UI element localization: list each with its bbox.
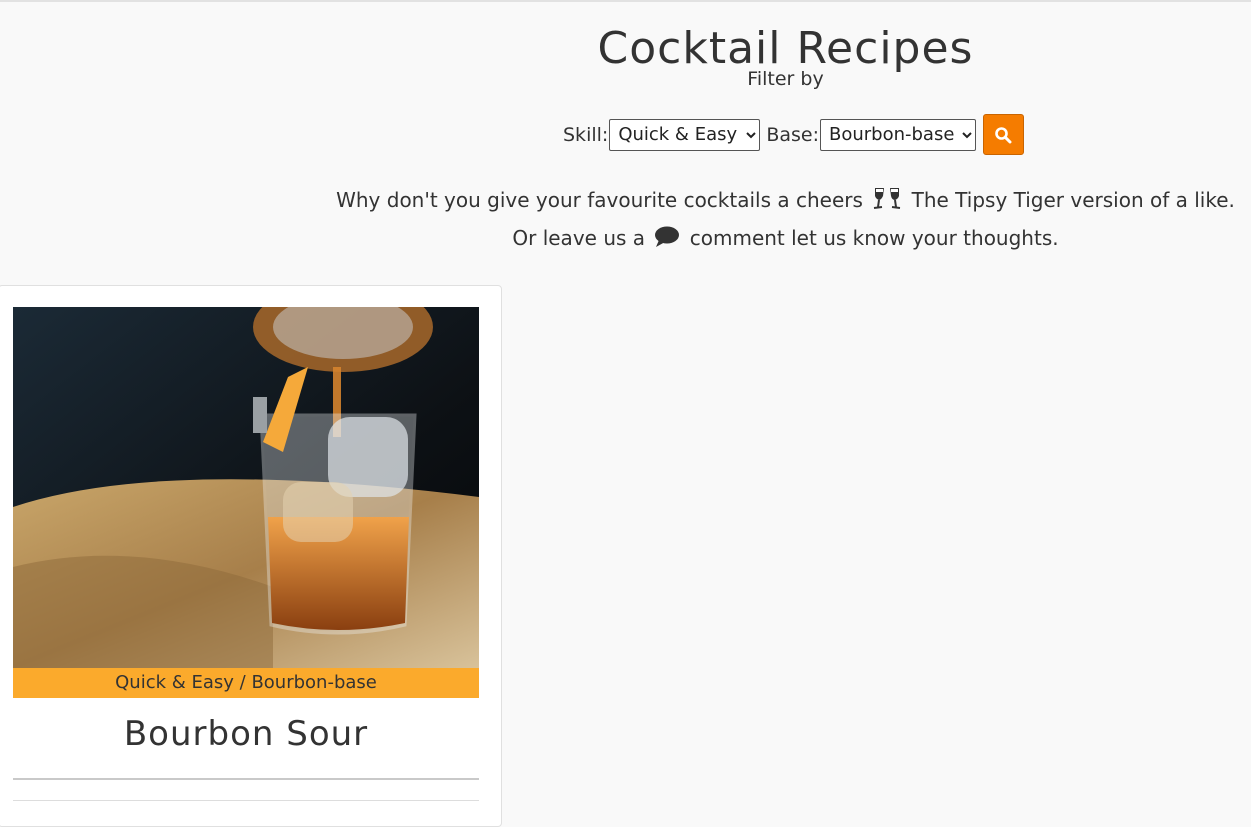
search-button[interactable] [982,114,1024,155]
card-divider [13,778,479,780]
base-label: Base: [766,123,819,146]
intro-line-comments: Or leave us a comment let us know your t… [0,226,1251,253]
top-border [0,0,1251,2]
cocktail-photo[interactable] [13,307,479,668]
skill-select[interactable]: Quick & Easy [609,118,761,151]
intro-line-likes: Why don't you give your favourite cockta… [0,186,1251,215]
filter-form: Skill: Quick & Easy Base: Bourbon-base [563,114,1024,155]
card-category-tag: Quick & Easy / Bourbon-base [13,668,479,698]
filter-label: Filter by [747,68,824,90]
recipe-card[interactable]: Quick & Easy / Bourbon-base Bourbon Sour [0,285,502,827]
page-title: Cocktail Recipes [597,23,974,75]
base-select[interactable]: Bourbon-base [819,118,976,151]
intro-text-1a: Why don't you give your favourite cockta… [336,188,863,212]
search-icon [995,126,1012,143]
intro-text-2b: comment let us know your thoughts. [689,226,1059,250]
intro-text-1b: The Tipsy Tiger version of a like. [911,188,1235,212]
card-title[interactable]: Bourbon Sour [13,714,479,754]
cheers-icon [872,186,902,215]
comment-icon [654,226,680,253]
card-divider-secondary [13,800,479,801]
skill-label: Skill: [563,123,609,146]
intro-text-2a: Or leave us a [512,226,646,250]
